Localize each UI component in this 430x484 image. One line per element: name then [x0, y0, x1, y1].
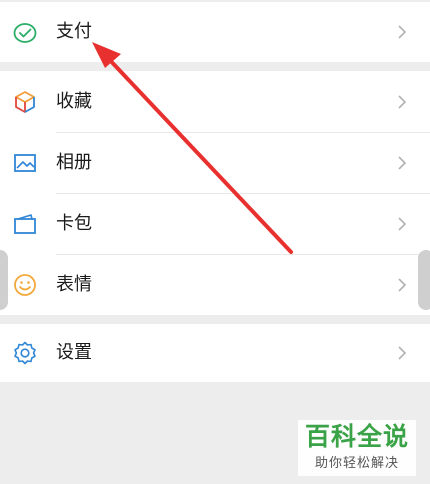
- features-group: 收藏 相册 卡包 表情: [0, 71, 430, 315]
- menu-item-label: 卡包: [56, 213, 92, 234]
- favorites-cube-icon: [12, 89, 38, 115]
- chevron-right-icon: [394, 94, 410, 110]
- watermark-subtitle: 助你轻松解决: [314, 456, 399, 471]
- chevron-right-icon: [394, 345, 410, 361]
- smiley-emoji-icon: [12, 272, 38, 298]
- menu-item-pay[interactable]: 支付: [0, 2, 430, 62]
- gear-settings-icon: [12, 340, 38, 366]
- settings-group: 设置: [0, 324, 430, 382]
- watermark-title: 百科全说: [304, 422, 409, 451]
- menu-item-favorites[interactable]: 收藏: [0, 71, 430, 132]
- menu-item-settings[interactable]: 设置: [0, 324, 430, 382]
- chevron-right-icon: [394, 155, 410, 171]
- menu-item-label: 收藏: [56, 91, 92, 112]
- pay-group: 支付: [0, 2, 430, 62]
- album-picture-icon: [12, 150, 38, 176]
- wechat-pay-icon: [12, 20, 38, 46]
- chevron-right-icon: [394, 277, 410, 293]
- menu-item-label: 支付: [56, 21, 92, 42]
- right-edge-handle: [418, 250, 430, 310]
- menu-item-label: 设置: [56, 342, 92, 363]
- watermark-logo: 百科全说 助你轻松解决: [298, 420, 416, 476]
- left-edge-handle: [0, 250, 8, 310]
- menu-item-label: 表情: [56, 274, 92, 295]
- menu-item-stickers[interactable]: 表情: [0, 254, 430, 315]
- chevron-right-icon: [394, 24, 410, 40]
- chevron-right-icon: [394, 216, 410, 232]
- menu-item-label: 相册: [56, 152, 92, 173]
- menu-item-card-wallet[interactable]: 卡包: [0, 193, 430, 254]
- card-wallet-icon: [12, 211, 38, 237]
- menu-item-album[interactable]: 相册: [0, 132, 430, 193]
